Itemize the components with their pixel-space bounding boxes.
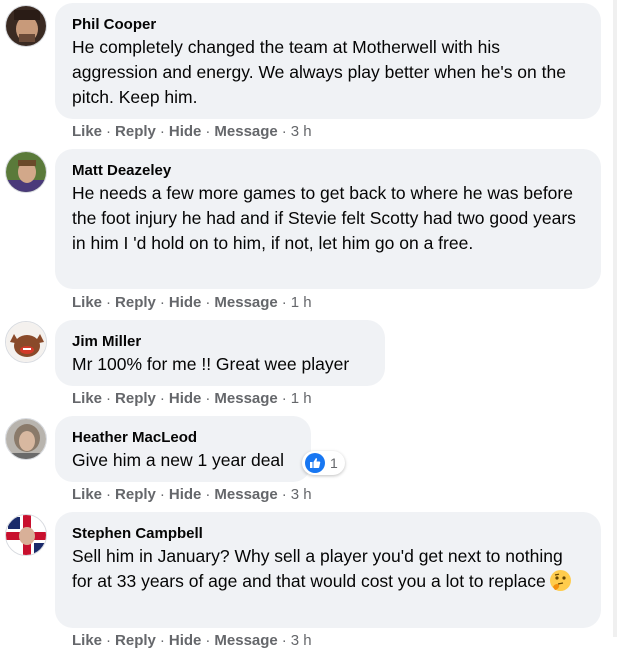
reply-button[interactable]: Reply (115, 632, 156, 649)
reply-button[interactable]: Reply (115, 486, 156, 503)
hide-button[interactable]: Hide (169, 390, 202, 407)
comment-author[interactable]: Phil Cooper (72, 15, 585, 34)
scrollbar[interactable] (613, 0, 617, 637)
comment-bubble: Jim Miller Mr 100% for me !! Great wee p… (55, 320, 385, 386)
separator: · (159, 294, 165, 311)
hide-button[interactable]: Hide (169, 632, 202, 649)
avatar[interactable] (5, 151, 47, 193)
comment-actions: Like · Reply · Hide · Message · 3 h (72, 486, 312, 504)
message-button[interactable]: Message (214, 486, 277, 503)
like-button[interactable]: Like (72, 486, 102, 503)
separator: · (281, 486, 287, 503)
separator: · (281, 123, 287, 140)
comment-text: He needs a few more games to get back to… (72, 183, 576, 253)
hide-button[interactable]: Hide (169, 486, 202, 503)
separator: · (159, 123, 165, 140)
comment-text-content: Sell him in January? Why sell a player y… (72, 546, 563, 591)
separator: · (205, 123, 211, 140)
comment-timestamp[interactable]: 3 h (291, 486, 312, 503)
comment-author[interactable]: Matt Deazeley (72, 161, 585, 180)
separator: · (159, 632, 165, 649)
comment-bubble: Matt Deazeley He needs a few more games … (55, 149, 601, 289)
separator: · (106, 123, 112, 140)
comment-actions: Like · Reply · Hide · Message · 3 h (72, 123, 312, 141)
comment-actions: Like · Reply · Hide · Message · 3 h (72, 632, 312, 650)
comment-actions: Like · Reply · Hide · Message · 1 h (72, 390, 312, 408)
comment-text: Give him a new 1 year deal (72, 450, 285, 470)
comment-actions: Like · Reply · Hide · Message · 1 h (72, 294, 312, 312)
comment-author[interactable]: Jim Miller (72, 332, 369, 351)
avatar[interactable] (5, 5, 47, 47)
comment-text: Mr 100% for me !! Great wee player (72, 354, 350, 374)
reply-button[interactable]: Reply (115, 294, 156, 311)
message-button[interactable]: Message (214, 123, 277, 140)
separator: · (106, 632, 112, 649)
thumbs-up-icon (305, 453, 325, 473)
comment-timestamp[interactable]: 1 h (291, 390, 312, 407)
separator: · (281, 632, 287, 649)
comment-author[interactable]: Heather MacLeod (72, 428, 295, 447)
comment-timestamp[interactable]: 3 h (291, 632, 312, 649)
hide-button[interactable]: Hide (169, 294, 202, 311)
reaction-count: 1 (330, 455, 338, 471)
separator: · (106, 390, 112, 407)
separator: · (106, 486, 112, 503)
message-button[interactable]: Message (214, 390, 277, 407)
like-button[interactable]: Like (72, 123, 102, 140)
reply-button[interactable]: Reply (115, 123, 156, 140)
reaction-count-pill[interactable]: 1 (302, 451, 345, 475)
thinking-face-emoji (549, 570, 571, 591)
like-button[interactable]: Like (72, 294, 102, 311)
like-button[interactable]: Like (72, 632, 102, 649)
comment-bubble: Phil Cooper He completely changed the te… (55, 3, 601, 119)
comment-timestamp[interactable]: 1 h (291, 294, 312, 311)
comment-timestamp[interactable]: 3 h (291, 123, 312, 140)
comment-text: Sell him in January? Why sell a player y… (72, 544, 585, 594)
separator: · (205, 294, 211, 311)
separator: · (159, 390, 165, 407)
separator: · (205, 390, 211, 407)
separator: · (106, 294, 112, 311)
message-button[interactable]: Message (214, 632, 277, 649)
avatar[interactable] (5, 321, 47, 363)
hide-button[interactable]: Hide (169, 123, 202, 140)
avatar[interactable] (5, 514, 47, 556)
separator: · (205, 486, 211, 503)
avatar[interactable] (5, 418, 47, 460)
separator: · (281, 390, 287, 407)
separator: · (205, 632, 211, 649)
reply-button[interactable]: Reply (115, 390, 156, 407)
message-button[interactable]: Message (214, 294, 277, 311)
like-button[interactable]: Like (72, 390, 102, 407)
comment-author[interactable]: Stephen Campbell (72, 524, 585, 543)
comment-bubble: Stephen Campbell Sell him in January? Wh… (55, 512, 601, 628)
separator: · (281, 294, 287, 311)
separator: · (159, 486, 165, 503)
comment-text: He completely changed the team at Mother… (72, 37, 566, 107)
comment-bubble: Heather MacLeod Give him a new 1 year de… (55, 416, 311, 482)
